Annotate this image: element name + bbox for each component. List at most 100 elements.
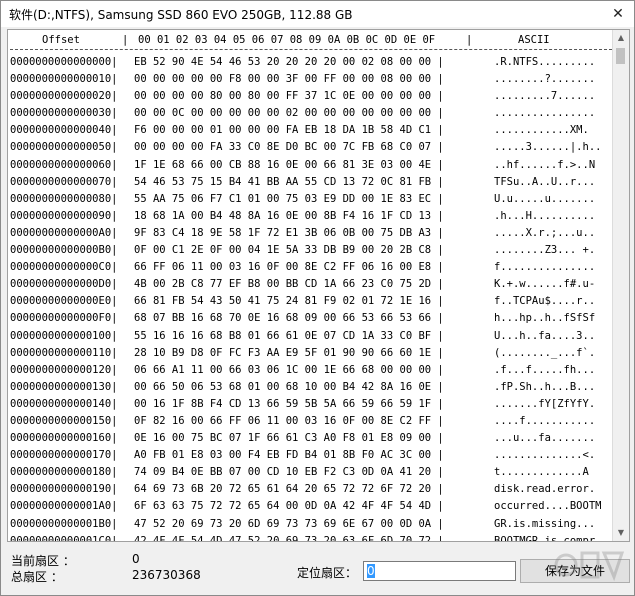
row-ascii: .fP.Sh..h...B... — [494, 380, 596, 393]
hex-row[interactable]: 0000000000000180| 74 09 B4 0E BB 07 00 CD… — [8, 464, 614, 481]
goto-sector-input[interactable]: 0 — [363, 561, 516, 581]
row-offset: 0000000000000010| — [10, 73, 118, 86]
row-offset: 00000000000000D0| — [10, 278, 118, 291]
hex-row[interactable]: 00000000000000D0| 4B 00 2B C8 77 EF B8 00… — [8, 276, 614, 293]
row-hex-bytes: 1F 1E 68 66 00 CB 88 16 0E 00 66 81 3E 0… — [134, 158, 444, 171]
row-offset: 00000000000000E0| — [10, 295, 118, 308]
hex-row[interactable]: 00000000000000C0| 66 FF 06 11 00 03 16 0F… — [8, 259, 614, 276]
row-offset: 00000000000001C0| — [10, 534, 118, 542]
row-hex-bytes: 74 09 B4 0E BB 07 00 CD 10 EB F2 C3 0D 0… — [134, 466, 444, 479]
hex-row[interactable]: 0000000000000020| 00 00 00 00 80 00 80 00… — [8, 88, 614, 105]
row-offset: 00000000000000C0| — [10, 261, 118, 274]
row-ascii: occurred....BOOTM — [494, 500, 602, 513]
header-columns: 00 01 02 03 04 05 06 07 08 09 0A 0B 0C 0… — [138, 34, 436, 46]
row-offset: 00000000000000F0| — [10, 312, 118, 325]
row-ascii: h...hp..h..fSfSf — [494, 312, 596, 325]
hex-row[interactable]: 0000000000000000| EB 52 90 4E 54 46 53 20… — [8, 54, 614, 71]
scroll-up-icon[interactable]: ▲ — [613, 30, 629, 46]
hex-row[interactable]: 0000000000000030| 00 00 0C 00 00 00 00 00… — [8, 105, 614, 122]
row-hex-bytes: 00 00 00 00 80 00 80 00 FF 37 1C 0E 00 0… — [134, 90, 444, 103]
row-offset: 00000000000001A0| — [10, 500, 118, 513]
scroll-thumb[interactable] — [616, 48, 625, 64]
row-ascii: ..hf......f.>..N — [494, 158, 596, 171]
row-hex-bytes: 47 52 20 69 73 20 6D 69 73 73 69 6E 67 0… — [134, 517, 444, 530]
close-icon[interactable]: ✕ — [608, 5, 628, 23]
row-hex-bytes: F6 00 00 00 01 00 00 00 FA EB 18 DA 1B 5… — [134, 124, 444, 137]
row-offset: 00000000000000A0| — [10, 226, 118, 239]
row-ascii: f..TCPAu$....r.. — [494, 295, 596, 308]
row-ascii: f............... — [494, 261, 596, 274]
row-hex-bytes: 54 46 53 75 15 B4 41 BB AA 55 CD 13 72 0… — [134, 175, 444, 188]
current-sector-label: 当前扇区 ： — [11, 554, 75, 568]
row-ascii: U...h..fa....3.. — [494, 329, 596, 342]
vertical-scrollbar[interactable]: ▲ ▼ — [612, 30, 629, 541]
header-separator: | — [122, 34, 129, 46]
row-offset: 0000000000000090| — [10, 209, 118, 222]
hex-row[interactable]: 00000000000001B0| 47 52 20 69 73 20 6D 69… — [8, 516, 614, 533]
hex-row[interactable]: 0000000000000160| 0E 16 00 75 BC 07 1F 66… — [8, 430, 614, 447]
row-ascii: .....X.r.;...u.. — [494, 226, 596, 239]
goto-sector-input-value: 0 — [367, 564, 375, 578]
row-ascii: ..............<. — [494, 449, 596, 462]
hex-row[interactable]: 00000000000000E0| 66 81 FB 54 43 50 41 75… — [8, 293, 614, 310]
hex-row[interactable]: 0000000000000070| 54 46 53 75 15 B4 41 BB… — [8, 174, 614, 191]
current-sector-value: 0 — [132, 552, 140, 566]
row-ascii: .h...H.......... — [494, 209, 596, 222]
hex-row[interactable]: 0000000000000110| 28 10 B9 D8 0F FC F3 AA… — [8, 345, 614, 362]
hex-row[interactable]: 0000000000000100| 55 16 16 16 68 B8 01 66… — [8, 328, 614, 345]
row-offset: 0000000000000170| — [10, 449, 118, 462]
row-hex-bytes: 42 4F 4F 54 4D 47 52 20 69 73 20 63 6F 6… — [134, 534, 444, 542]
row-offset: 00000000000001B0| — [10, 517, 118, 530]
row-offset: 0000000000000160| — [10, 432, 118, 445]
row-hex-bytes: 18 68 1A 00 B4 48 8A 16 0E 00 8B F4 16 1… — [134, 209, 444, 222]
row-ascii: (........_...f`. — [494, 346, 596, 359]
row-hex-bytes: 28 10 B9 D8 0F FC F3 AA E9 5F 01 90 90 6… — [134, 346, 444, 359]
row-hex-bytes: 66 81 FB 54 43 50 41 75 24 81 F9 02 01 7… — [134, 295, 444, 308]
hex-row[interactable]: 0000000000000090| 18 68 1A 00 B4 48 8A 16… — [8, 208, 614, 225]
row-ascii: .........7...... — [494, 90, 596, 103]
total-sectors-value: 236730368 — [132, 568, 201, 582]
hex-header: Offset | 00 01 02 03 04 05 06 07 08 09 0… — [8, 30, 614, 50]
row-offset: 0000000000000190| — [10, 483, 118, 496]
row-hex-bytes: A0 FB 01 E8 03 00 F4 EB FD B4 01 8B F0 A… — [134, 449, 444, 462]
row-hex-bytes: 6F 63 63 75 72 72 65 64 00 0D 0A 42 4F 4… — [134, 500, 444, 513]
window-title: 软件(D:,NTFS), Samsung SSD 860 EVO 250GB, … — [9, 8, 353, 22]
row-ascii: ...u...fa....... — [494, 432, 596, 445]
row-offset: 0000000000000080| — [10, 192, 118, 205]
row-hex-bytes: 00 16 1F 8B F4 CD 13 66 59 5B 5A 66 59 6… — [134, 397, 444, 410]
hex-view-panel[interactable]: Offset | 00 01 02 03 04 05 06 07 08 09 0… — [7, 29, 630, 542]
row-ascii: ........Z3... +. — [494, 244, 596, 257]
row-ascii: U.u.....u....... — [494, 192, 596, 205]
row-offset: 0000000000000050| — [10, 141, 118, 154]
goto-sector-label: 定位扇区： — [297, 566, 358, 580]
hex-row[interactable]: 00000000000000A0| 9F 83 C4 18 9E 58 1F 72… — [8, 225, 614, 242]
header-divider — [10, 49, 612, 50]
hex-row[interactable]: 0000000000000120| 06 66 A1 11 00 66 03 06… — [8, 362, 614, 379]
hex-row[interactable]: 00000000000001A0| 6F 63 63 75 72 72 65 64… — [8, 498, 614, 515]
row-hex-bytes: 68 07 BB 16 68 70 0E 16 68 09 00 66 53 6… — [134, 312, 444, 325]
hex-row[interactable]: 0000000000000190| 64 69 73 6B 20 72 65 61… — [8, 481, 614, 498]
hex-row[interactable]: 00000000000000F0| 68 07 BB 16 68 70 0E 16… — [8, 310, 614, 327]
row-offset: 0000000000000040| — [10, 124, 118, 137]
hex-row[interactable]: 0000000000000010| 00 00 00 00 00 F8 00 00… — [8, 71, 614, 88]
row-offset: 0000000000000130| — [10, 380, 118, 393]
row-offset: 0000000000000120| — [10, 363, 118, 376]
row-offset: 0000000000000060| — [10, 158, 118, 171]
hex-row[interactable]: 0000000000000040| F6 00 00 00 01 00 00 00… — [8, 122, 614, 139]
row-hex-bytes: 00 00 00 00 00 F8 00 00 3F 00 FF 00 00 0… — [134, 73, 444, 86]
hex-row[interactable]: 0000000000000130| 00 66 50 06 53 68 01 00… — [8, 379, 614, 396]
row-hex-bytes: 0F 00 C1 2E 0F 00 04 1E 5A 33 DB B9 00 2… — [134, 244, 444, 257]
row-ascii: GR.is.missing... — [494, 517, 596, 530]
hex-row[interactable]: 0000000000000050| 00 00 00 00 FA 33 C0 8E… — [8, 139, 614, 156]
row-hex-bytes: 06 66 A1 11 00 66 03 06 1C 00 1E 66 68 0… — [134, 363, 444, 376]
hex-row[interactable]: 00000000000001C0| 42 4F 4F 54 4D 47 52 20… — [8, 533, 614, 542]
hex-row[interactable]: 00000000000000B0| 0F 00 C1 2E 0F 00 04 1E… — [8, 242, 614, 259]
row-ascii: ....f........... — [494, 414, 596, 427]
hex-row[interactable]: 0000000000000140| 00 16 1F 8B F4 CD 13 66… — [8, 396, 614, 413]
hex-row[interactable]: 0000000000000170| A0 FB 01 E8 03 00 F4 EB… — [8, 447, 614, 464]
row-ascii: TFSu..A..U..r... — [494, 175, 596, 188]
hex-row[interactable]: 0000000000000060| 1F 1E 68 66 00 CB 88 16… — [8, 157, 614, 174]
hex-row[interactable]: 0000000000000150| 0F 82 16 00 66 FF 06 11… — [8, 413, 614, 430]
row-offset: 00000000000000B0| — [10, 244, 118, 257]
hex-row[interactable]: 0000000000000080| 55 AA 75 06 F7 C1 01 00… — [8, 191, 614, 208]
